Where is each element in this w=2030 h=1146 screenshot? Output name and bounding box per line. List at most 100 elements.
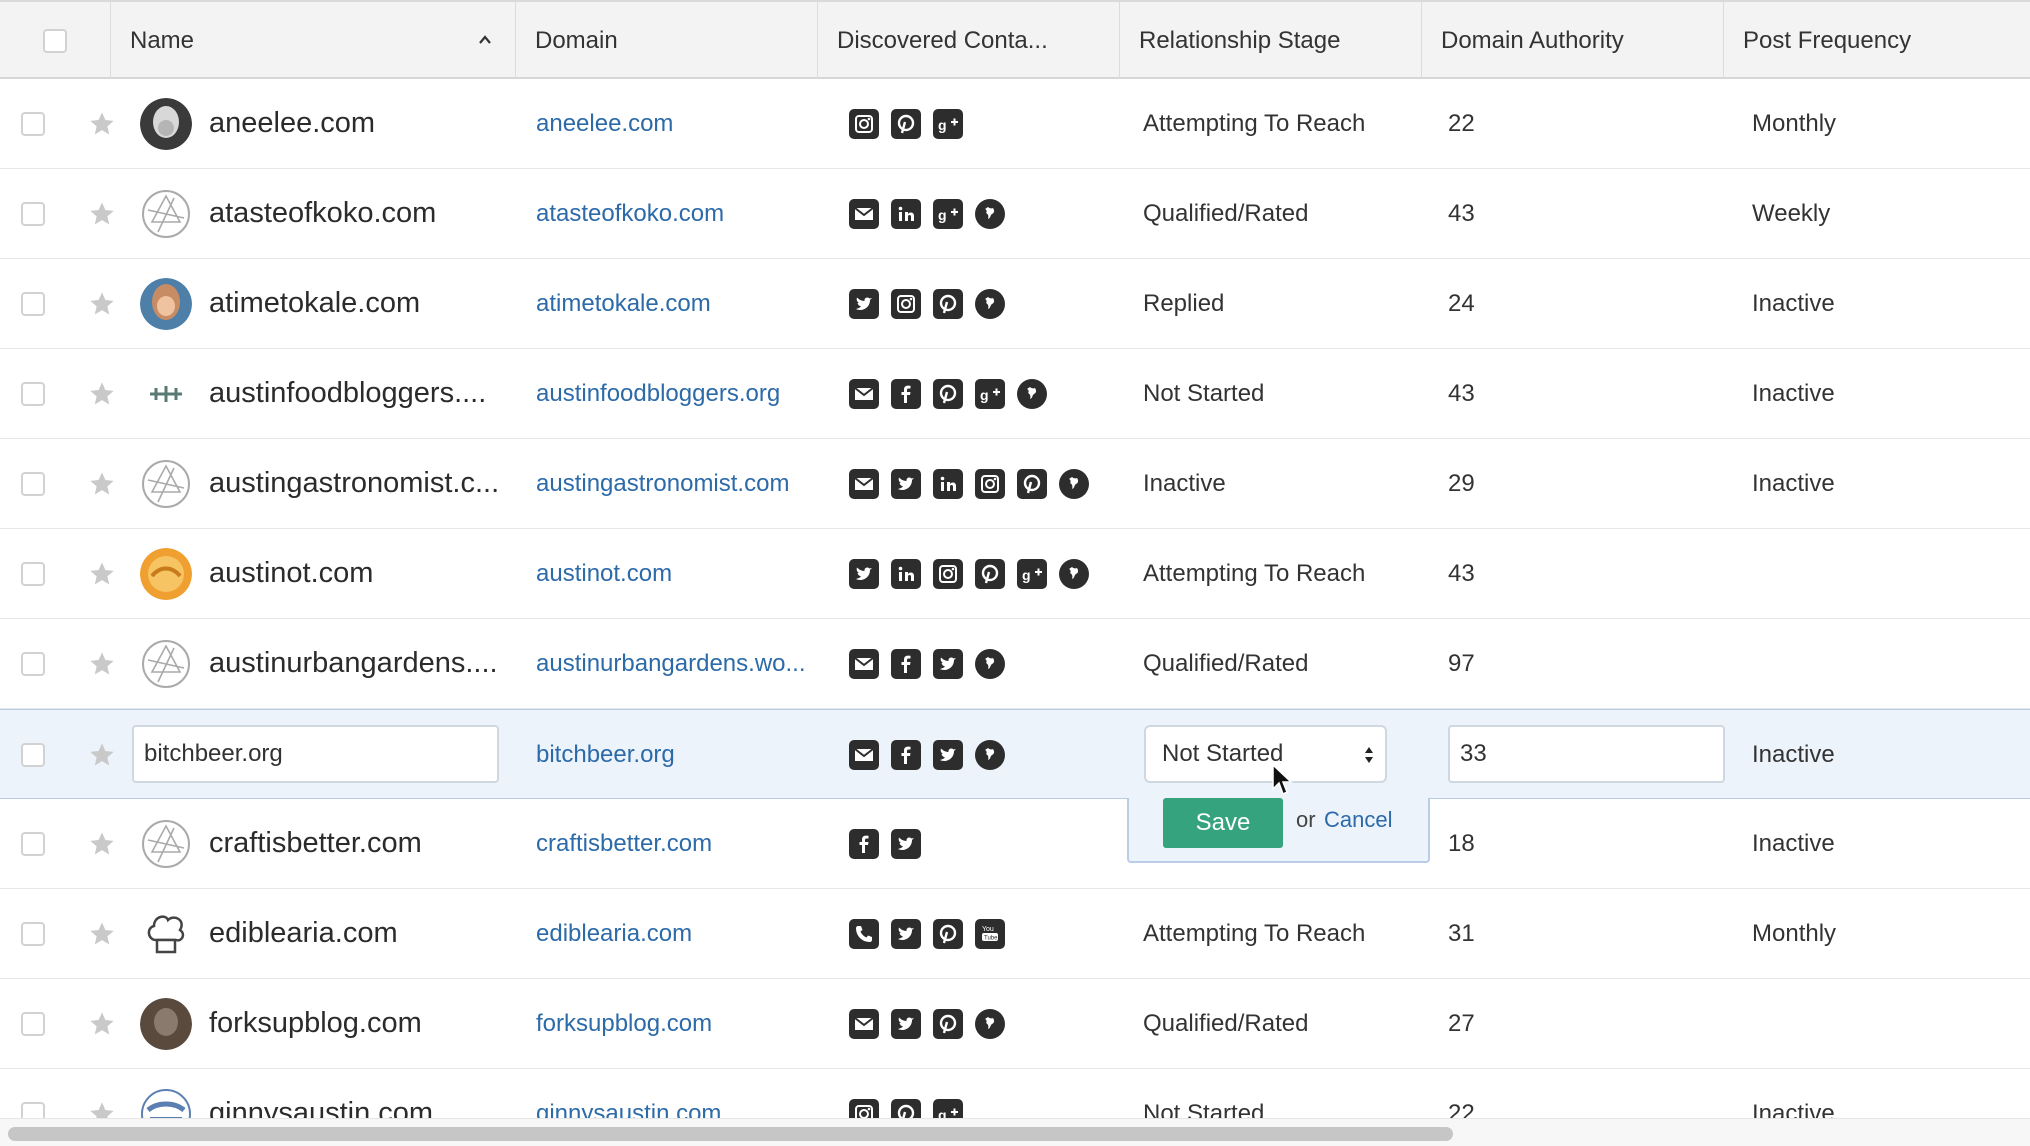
row-checkbox[interactable] (21, 831, 45, 856)
globe-icon[interactable] (975, 288, 1005, 319)
twitter-icon[interactable] (891, 1008, 921, 1039)
table-row[interactable]: atasteofkoko.com atasteofkoko.com g Qualifi… (0, 169, 2030, 259)
column-header-name[interactable]: Name (111, 2, 516, 79)
twitter-icon[interactable] (849, 558, 879, 589)
twitter-icon[interactable] (891, 918, 921, 949)
contact-name[interactable]: austinfoodbloggers.... (209, 377, 486, 410)
row-checkbox[interactable] (21, 1011, 45, 1036)
email-icon[interactable] (849, 468, 879, 499)
domain-link[interactable]: austinfoodbloggers.org (536, 380, 780, 408)
email-icon[interactable] (849, 648, 879, 679)
globe-icon[interactable] (975, 739, 1005, 770)
row-checkbox[interactable] (21, 291, 45, 316)
save-button[interactable]: Save (1163, 798, 1283, 848)
facebook-icon[interactable] (891, 739, 921, 770)
column-header-authority[interactable]: Domain Authority (1422, 2, 1724, 79)
twitter-icon[interactable] (849, 288, 879, 319)
globe-icon[interactable] (1017, 378, 1047, 409)
facebook-icon[interactable] (849, 828, 879, 859)
star-icon[interactable] (88, 920, 116, 948)
relationship-stage[interactable]: Qualified/Rated (1143, 650, 1308, 678)
domain-link[interactable]: austinurbangardens.wo... (536, 650, 806, 678)
star-icon[interactable] (88, 830, 116, 858)
star-icon[interactable] (88, 741, 116, 769)
contact-name[interactable]: craftisbetter.com (209, 827, 422, 860)
pinterest-icon[interactable] (1017, 468, 1047, 499)
star-icon[interactable] (88, 650, 116, 678)
table-row[interactable]: aneelee.com aneelee.com g Attempting To Rea… (0, 79, 2030, 169)
contact-name[interactable]: austinurbangardens.... (209, 647, 498, 680)
google-plus-icon[interactable]: g (975, 378, 1005, 409)
relationship-stage[interactable]: Attempting To Reach (1143, 110, 1365, 138)
table-row[interactable]: atimetokale.com atimetokale.com Replied 24 I… (0, 259, 2030, 349)
email-icon[interactable] (849, 378, 879, 409)
pinterest-icon[interactable] (933, 378, 963, 409)
domain-link[interactable]: aneelee.com (536, 110, 673, 138)
row-checkbox[interactable] (21, 111, 45, 136)
instagram-icon[interactable] (975, 468, 1005, 499)
relationship-stage[interactable]: Attempting To Reach (1143, 920, 1365, 948)
contact-name[interactable]: atimetokale.com (209, 287, 420, 320)
relationship-stage[interactable]: Attempting To Reach (1143, 560, 1365, 588)
stage-select[interactable]: Not Started (1144, 725, 1387, 783)
table-row[interactable]: austinot.com austinot.com g Attempting To R… (0, 529, 2030, 619)
star-icon[interactable] (88, 1010, 116, 1038)
relationship-stage[interactable]: Qualified/Rated (1143, 200, 1308, 228)
row-checkbox[interactable] (21, 742, 45, 767)
row-checkbox[interactable] (21, 561, 45, 586)
linkedin-icon[interactable] (891, 558, 921, 589)
row-checkbox[interactable] (21, 381, 45, 406)
table-row[interactable]: austinurbangardens.... austinurbangardens… (0, 619, 2030, 709)
contact-name[interactable]: aneelee.com (209, 107, 375, 140)
domain-link[interactable]: craftisbetter.com (536, 830, 712, 858)
star-icon[interactable] (88, 200, 116, 228)
contact-name[interactable]: atasteofkoko.com (209, 197, 436, 230)
table-row[interactable]: forksupblog.com forksupblog.com Qualified/… (0, 979, 2030, 1069)
column-header-contacts[interactable]: Discovered Conta... (818, 2, 1120, 79)
relationship-stage[interactable]: Replied (1143, 290, 1224, 318)
globe-icon[interactable] (975, 1008, 1005, 1039)
sort-ascending-icon[interactable] (477, 32, 493, 48)
instagram-icon[interactable] (849, 108, 879, 139)
pinterest-icon[interactable] (933, 288, 963, 319)
globe-icon[interactable] (1059, 558, 1089, 589)
globe-icon[interactable] (975, 648, 1005, 679)
instagram-icon[interactable] (891, 288, 921, 319)
pinterest-icon[interactable] (933, 918, 963, 949)
contact-name[interactable]: austinot.com (209, 557, 373, 590)
header-select-all[interactable] (0, 2, 111, 79)
relationship-stage[interactable]: Inactive (1143, 470, 1226, 498)
column-header-stage[interactable]: Relationship Stage (1120, 2, 1422, 79)
star-icon[interactable] (88, 470, 116, 498)
horizontal-scrollbar[interactable] (0, 1118, 2030, 1146)
domain-link[interactable]: ediblearia.com (536, 920, 692, 948)
star-icon[interactable] (88, 560, 116, 588)
cancel-link[interactable]: Cancel (1324, 807, 1392, 833)
domain-link[interactable]: atasteofkoko.com (536, 200, 724, 228)
google-plus-icon[interactable]: g (933, 198, 963, 229)
domain-link[interactable]: austinot.com (536, 560, 672, 588)
table-row[interactable]: craftisbetter.com craftisbetter.com 18 Inac… (0, 799, 2030, 889)
google-plus-icon[interactable]: g (933, 108, 963, 139)
relationship-stage[interactable]: Qualified/Rated (1143, 1010, 1308, 1038)
google-plus-icon[interactable]: g (1017, 558, 1047, 589)
star-icon[interactable] (88, 380, 116, 408)
table-row[interactable]: austinfoodbloggers.... austinfoodbloggers… (0, 349, 2030, 439)
domain-link[interactable]: forksupblog.com (536, 1010, 712, 1038)
domain-link[interactable]: atimetokale.com (536, 290, 711, 318)
youtube-icon[interactable]: You Tube (975, 918, 1005, 949)
pinterest-icon[interactable] (975, 558, 1005, 589)
phone-icon[interactable] (849, 918, 879, 949)
twitter-icon[interactable] (891, 468, 921, 499)
domain-link[interactable]: bitchbeer.org (536, 741, 675, 769)
table-row[interactable]: austingastronomist.c... austingastronomis… (0, 439, 2030, 529)
instagram-icon[interactable] (933, 558, 963, 589)
linkedin-icon[interactable] (933, 468, 963, 499)
domain-link[interactable]: austingastronomist.com (536, 470, 789, 498)
row-checkbox[interactable] (21, 921, 45, 946)
email-icon[interactable] (849, 198, 879, 229)
twitter-icon[interactable] (933, 648, 963, 679)
column-header-frequency[interactable]: Post Frequency (1724, 2, 2030, 79)
contact-name[interactable]: ediblearia.com (209, 917, 398, 950)
row-checkbox[interactable] (21, 471, 45, 496)
